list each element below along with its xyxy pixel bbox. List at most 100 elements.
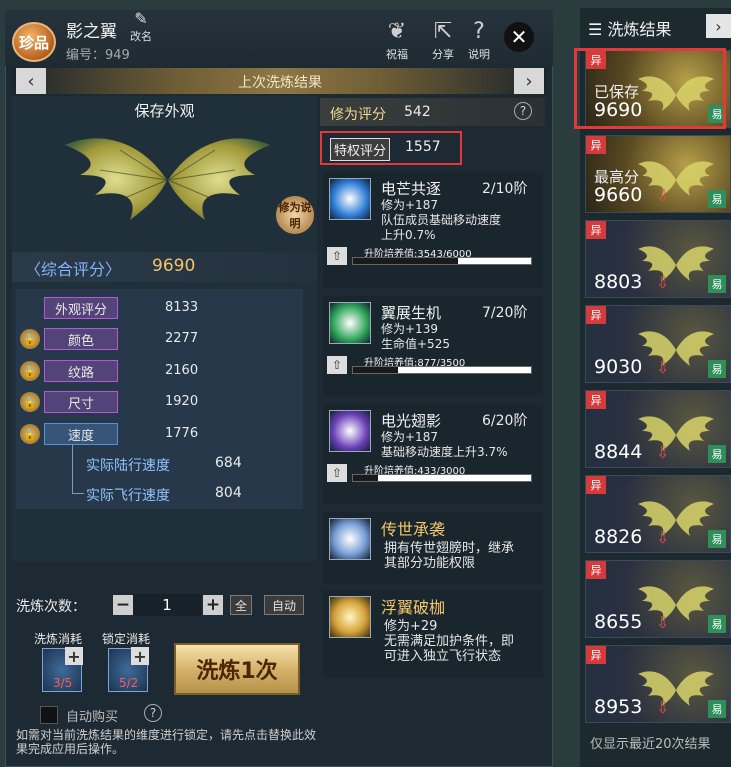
- refine-cost-label: 洗炼消耗: [34, 632, 83, 646]
- cultivation-rating-value: 542: [404, 104, 431, 120]
- history-card-score: 8826: [594, 526, 643, 548]
- privilege-rating-label: 特权评分: [330, 138, 391, 161]
- auto-buy-label: 自动购买: [66, 710, 119, 725]
- lock-notice: 如需对当前洗炼结果的维度进行锁定，请先点击替换此效果完成应用后操作。: [16, 728, 317, 756]
- refine-material-slot[interactable]: + 3/5: [42, 647, 83, 692]
- lock-icon[interactable]: 🔒: [20, 392, 40, 412]
- refine-count-input[interactable]: 1: [133, 594, 201, 616]
- history-card[interactable]: 异 8655 ⇩ 易: [585, 560, 731, 638]
- attribute-value: 2277: [165, 331, 199, 346]
- privilege-rating-value: 1557: [405, 139, 441, 155]
- help-button[interactable]: ? 说明: [460, 18, 498, 64]
- easy-tag: 易: [708, 615, 726, 633]
- plus-icon: +: [205, 595, 221, 615]
- upgrade-icon[interactable]: ⇧: [327, 247, 347, 265]
- attribute-tree-line: [72, 444, 84, 494]
- wing-thumbnail: [638, 161, 714, 196]
- wing-thumbnail: [638, 501, 714, 536]
- rarity-corner: 异: [586, 136, 606, 154]
- refine-count-label: 洗炼次数：: [16, 599, 86, 615]
- chevron-left-icon: ‹: [27, 70, 35, 92]
- attribute-label: 纹路: [44, 360, 118, 382]
- special-skill-desc: 其部分功能权限: [384, 556, 476, 571]
- history-title: 洗炼结果: [607, 20, 672, 39]
- close-button[interactable]: ✕: [504, 22, 534, 52]
- skill-stage: 6/20阶: [482, 413, 528, 429]
- chevron-right-icon: ›: [525, 70, 533, 92]
- skill-icon: [329, 410, 371, 452]
- minus-icon: −: [115, 595, 131, 615]
- lock-icon[interactable]: 🔒: [20, 361, 40, 381]
- close-icon: ✕: [510, 25, 528, 49]
- wing-thumbnail: [638, 331, 714, 366]
- history-title-row: ☰ 洗炼结果: [588, 16, 671, 40]
- upgrade-progress-bar: [352, 366, 532, 374]
- upgrade-icon[interactable]: ⇧: [327, 464, 347, 482]
- attribute-value: 1776: [165, 426, 199, 441]
- score-down-icon: ⇩: [656, 613, 670, 632]
- score-down-icon: ⇩: [656, 186, 670, 205]
- wing-thumbnail: [638, 586, 714, 621]
- refine-once-button[interactable]: 洗炼1次: [174, 643, 300, 695]
- attribute-label: 尺寸: [44, 391, 118, 413]
- lock-material-slot[interactable]: + 5/2: [108, 647, 149, 692]
- auto-buy-checkbox[interactable]: [40, 706, 58, 724]
- upgrade-progress-fill: [353, 367, 398, 373]
- skill-icon: [329, 302, 371, 344]
- upgrade-progress-fill: [353, 258, 459, 264]
- skill-stage: 7/20阶: [482, 305, 528, 321]
- decrease-count-button[interactable]: −: [113, 595, 133, 615]
- skill-desc: 修为+139: [381, 322, 438, 336]
- history-card-score: 8844: [594, 441, 643, 463]
- score-down-icon: ⇩: [656, 528, 670, 547]
- rating-help-icon[interactable]: ?: [514, 102, 532, 120]
- history-card[interactable]: 异 8953 ⇩ 易: [585, 645, 731, 723]
- attribute-value: 1920: [165, 394, 199, 409]
- special-skill-icon: [329, 518, 371, 560]
- lock-icon[interactable]: 🔒: [20, 329, 40, 349]
- history-card-score: 8953: [594, 696, 643, 718]
- upgrade-progress-bar: [352, 474, 532, 482]
- overall-score-label: 〈综合评分〉: [25, 260, 122, 279]
- rename-button[interactable]: ✎ 改名: [126, 10, 156, 46]
- add-lock-material-icon: +: [131, 647, 149, 666]
- history-card[interactable]: 异 8803 ⇩ 易: [585, 220, 731, 298]
- history-card-score: 8803: [594, 271, 643, 293]
- prev-button[interactable]: ‹: [16, 68, 46, 94]
- skill-desc: 上升0.7%: [381, 228, 436, 242]
- auto-refine-button[interactable]: 自动: [264, 595, 304, 615]
- rarity-corner: 异: [586, 391, 606, 409]
- lock-cost-label: 锁定消耗: [102, 632, 151, 646]
- history-card-score: 9030: [594, 356, 643, 378]
- special-skill-name: 浮翼破枷: [381, 598, 446, 617]
- upgrade-icon[interactable]: ⇧: [327, 356, 347, 374]
- history-card[interactable]: 异 9030 ⇩ 易: [585, 305, 731, 383]
- cultivation-info-button[interactable]: 修为说明: [276, 196, 314, 234]
- increase-count-button[interactable]: +: [203, 595, 223, 615]
- lock-material-qty: 5/2: [119, 676, 139, 690]
- max-count-button[interactable]: 全: [230, 595, 252, 615]
- rarity-corner: 异: [586, 221, 606, 239]
- lock-icon[interactable]: 🔒: [20, 424, 40, 444]
- skill-name: 电芒共逐: [381, 180, 442, 198]
- score-down-icon: ⇩: [656, 698, 670, 717]
- history-collapse-button[interactable]: ›: [706, 14, 731, 38]
- special-skill-desc: 拥有传世翅膀时，继承: [384, 541, 515, 556]
- share-button[interactable]: ⇱ 分享: [424, 18, 462, 64]
- wing-thumbnail: [638, 416, 714, 451]
- item-id-prefix: 编号：: [66, 48, 106, 63]
- history-card[interactable]: 异 8844 ⇩ 易: [585, 390, 731, 468]
- share-label: 分享: [432, 48, 454, 61]
- special-skill-desc: 可进入独立飞行状态: [384, 649, 502, 664]
- list-icon: ☰: [588, 20, 608, 39]
- blessing-button[interactable]: ❦ 祝福: [378, 18, 416, 64]
- history-card[interactable]: 异最高分 9660 ⇩ 易: [585, 135, 731, 213]
- special-skill-desc: 无需满足加护条件，即: [384, 634, 515, 649]
- wings-preview: [65, 138, 270, 220]
- easy-tag: 易: [708, 445, 726, 463]
- next-button[interactable]: ›: [514, 68, 544, 94]
- easy-tag: 易: [708, 530, 726, 548]
- auto-buy-help-icon[interactable]: ?: [144, 704, 162, 722]
- score-down-icon: ⇩: [656, 443, 670, 462]
- history-card[interactable]: 异 8826 ⇩ 易: [585, 475, 731, 553]
